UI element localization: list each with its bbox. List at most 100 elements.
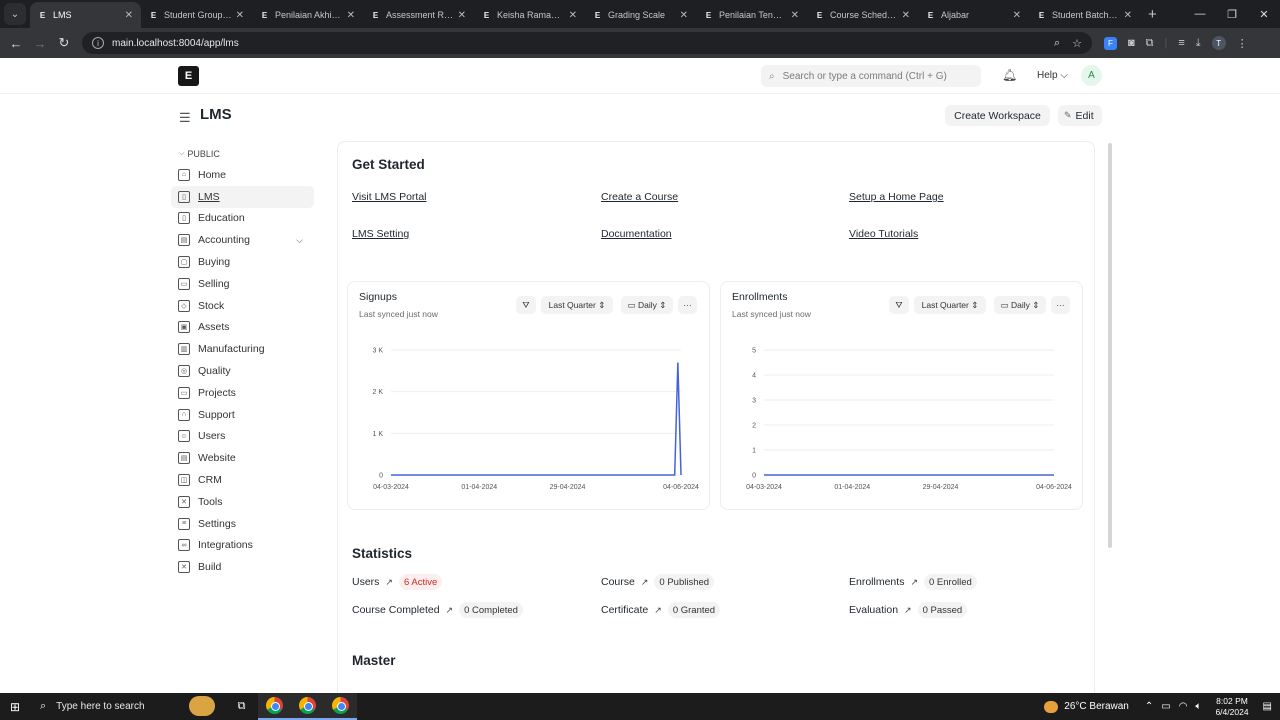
minimize-icon[interactable]: — bbox=[1184, 8, 1216, 20]
address-bar[interactable]: i main.localhost:8004/app/lms ⌕ ☆ bbox=[82, 32, 1092, 54]
command-search-input[interactable]: ⌕ Search or type a command (Ctrl + G) bbox=[761, 65, 981, 87]
browser-tab[interactable]: E Course Schedule ✕ bbox=[807, 2, 918, 28]
sidebar-item-education[interactable]: ▯ Education bbox=[171, 208, 314, 230]
site-info-icon[interactable]: i bbox=[92, 37, 104, 49]
sidebar-item-tools[interactable]: ✕ Tools bbox=[171, 491, 314, 513]
windows-start-icon[interactable]: ⊞ bbox=[0, 700, 30, 714]
browser-menu-icon[interactable]: ⋮ bbox=[1237, 37, 1248, 50]
time: 8:02 PM bbox=[1216, 695, 1248, 706]
browser-tab[interactable]: E Student Batch Na ✕ bbox=[1029, 2, 1140, 28]
chrome-taskbar-icon[interactable] bbox=[258, 693, 291, 720]
browser-tab[interactable]: E Aljabar ✕ bbox=[918, 2, 1029, 28]
extension-icon[interactable]: F bbox=[1104, 36, 1117, 50]
sidebar-item-settings[interactable]: ≡ Settings bbox=[171, 513, 314, 535]
stat-certificate[interactable]: Certificate ↗ 0 Granted bbox=[601, 602, 721, 618]
help-dropdown[interactable]: Help ⌵ bbox=[1037, 70, 1068, 81]
link-create-course[interactable]: Create a Course bbox=[601, 191, 678, 203]
edit-button[interactable]: ✎ Edit bbox=[1058, 105, 1102, 126]
notification-bell-icon[interactable]: 🔔︎ bbox=[1002, 68, 1017, 82]
bookmark-star-icon[interactable]: ☆ bbox=[1072, 37, 1082, 50]
browser-tab[interactable]: E Grading Scale ✕ bbox=[585, 2, 696, 28]
download-icon[interactable]: ⤓ bbox=[1196, 37, 1201, 50]
close-tab-icon[interactable]: ✕ bbox=[569, 10, 577, 21]
sidebar-item-buying[interactable]: ▢ Buying bbox=[171, 251, 314, 273]
close-tab-icon[interactable]: ✕ bbox=[902, 10, 910, 21]
reading-list-icon[interactable]: ≡ bbox=[1178, 37, 1184, 49]
close-tab-icon[interactable]: ✕ bbox=[236, 10, 244, 21]
sidebar-toggle-icon[interactable]: ☰ bbox=[179, 110, 191, 126]
chrome-taskbar-icon[interactable] bbox=[291, 693, 324, 720]
user-avatar[interactable]: A bbox=[1081, 65, 1102, 86]
link-documentation[interactable]: Documentation bbox=[601, 228, 672, 240]
link-lms-setting[interactable]: LMS Setting bbox=[352, 228, 409, 240]
sidebar-section-public[interactable]: ⌵ PUBLIC bbox=[171, 144, 314, 164]
close-tab-icon[interactable]: ✕ bbox=[458, 10, 466, 21]
app-logo[interactable]: E bbox=[178, 66, 199, 86]
puzzle-icon[interactable]: ⧉ bbox=[1146, 37, 1154, 50]
sidebar-item-label: Build bbox=[198, 561, 222, 574]
notifications-icon[interactable]: ▤ bbox=[1263, 701, 1272, 712]
tab-search-icon[interactable]: ⌄ bbox=[4, 3, 26, 25]
sidebar-item-lms[interactable]: ▯ LMS bbox=[171, 185, 314, 208]
scrollbar[interactable] bbox=[1108, 143, 1112, 548]
battery-icon[interactable]: ▭ bbox=[1161, 701, 1170, 712]
stat-users[interactable]: Users ↗ 6 Active bbox=[352, 574, 443, 590]
zoom-icon[interactable]: ⌕ bbox=[1054, 37, 1060, 50]
volume-icon[interactable]: 🔈︎ bbox=[1195, 701, 1201, 712]
chrome-taskbar-icon[interactable] bbox=[324, 693, 357, 720]
sidebar-item-home[interactable]: ⌂ Home bbox=[171, 164, 314, 186]
close-tab-icon[interactable]: ✕ bbox=[1013, 10, 1021, 21]
browser-tab[interactable]: E LMS ✕ bbox=[30, 2, 141, 28]
chevron-down-icon[interactable]: ⌵ bbox=[296, 235, 303, 246]
sidebar-item-crm[interactable]: ◫ CRM bbox=[171, 469, 314, 491]
close-tab-icon[interactable]: ✕ bbox=[1124, 10, 1132, 21]
sidebar-item-projects[interactable]: ▭ Projects bbox=[171, 382, 314, 404]
sidebar-item-selling[interactable]: ▭ Selling bbox=[171, 273, 314, 295]
chevron-up-icon[interactable]: ⌃ bbox=[1145, 701, 1153, 712]
forward-icon[interactable]: → bbox=[28, 36, 52, 51]
stat-course-completed[interactable]: Course Completed ↗ 0 Completed bbox=[352, 602, 523, 618]
stat-evaluation[interactable]: Evaluation ↗ 0 Passed bbox=[849, 602, 968, 618]
close-tab-icon[interactable]: ✕ bbox=[347, 10, 355, 21]
sidebar-item-website[interactable]: ▤ Website bbox=[171, 447, 314, 469]
browser-tab[interactable]: E Penilaian Tengah ✕ bbox=[696, 2, 807, 28]
wifi-icon[interactable]: ◠ bbox=[1179, 701, 1188, 712]
task-view-icon[interactable]: ⧉ bbox=[225, 693, 258, 720]
sidebar-item-accounting[interactable]: ▤ Accounting ⌵ bbox=[171, 229, 314, 251]
tab-favicon-icon: E bbox=[816, 10, 823, 20]
weather-icon bbox=[1044, 700, 1059, 713]
weather-widget[interactable]: 26°C Berawan bbox=[1044, 700, 1129, 713]
screenshot-extension-icon[interactable]: ◙ bbox=[1128, 37, 1135, 49]
close-tab-icon[interactable]: ✕ bbox=[125, 10, 133, 21]
stat-course[interactable]: Course ↗ 0 Published bbox=[601, 574, 715, 590]
link-video-tutorials[interactable]: Video Tutorials bbox=[849, 228, 918, 240]
close-window-icon[interactable]: ✕ bbox=[1248, 8, 1280, 21]
browser-tab[interactable]: E Penilaian Akhir Se ✕ bbox=[252, 2, 363, 28]
link-setup-home-page[interactable]: Setup a Home Page bbox=[849, 191, 944, 203]
sidebar-item-support[interactable]: ∩ Support bbox=[171, 404, 314, 426]
sidebar-item-quality[interactable]: ◎ Quality bbox=[171, 360, 314, 382]
sidebar-item-manufacturing[interactable]: ▥ Manufacturing bbox=[171, 338, 314, 360]
close-tab-icon[interactable]: ✕ bbox=[791, 10, 799, 21]
taskbar-search[interactable]: ⌕ Type here to search bbox=[30, 693, 225, 720]
browser-tab[interactable]: E Assessment Resul ✕ bbox=[363, 2, 474, 28]
reload-icon[interactable]: ↻ bbox=[52, 35, 76, 51]
close-tab-icon[interactable]: ✕ bbox=[680, 10, 688, 21]
browser-tab[interactable]: E Student Group Cr ✕ bbox=[141, 2, 252, 28]
stat-label: Evaluation bbox=[849, 604, 899, 616]
sidebar-item-assets[interactable]: ▣ Assets bbox=[171, 317, 314, 339]
restore-icon[interactable]: ❐ bbox=[1216, 8, 1248, 21]
create-workspace-button[interactable]: Create Workspace bbox=[945, 105, 1050, 126]
link-visit-lms-portal[interactable]: Visit LMS Portal bbox=[352, 191, 427, 203]
stat-label: Course Completed bbox=[352, 604, 440, 616]
profile-avatar[interactable]: T bbox=[1211, 36, 1226, 50]
sidebar-item-stock[interactable]: ◇ Stock bbox=[171, 295, 314, 317]
clock[interactable]: 8:02 PM 6/4/2024 bbox=[1215, 696, 1248, 718]
new-tab-icon[interactable]: + bbox=[1148, 6, 1157, 23]
stat-enrollments[interactable]: Enrollments ↗ 0 Enrolled bbox=[849, 574, 977, 590]
sidebar-item-users[interactable]: ☺ Users bbox=[171, 426, 314, 448]
sidebar-item-build[interactable]: ✕ Build bbox=[171, 556, 314, 578]
sidebar-item-integrations[interactable]: ∞ Integrations bbox=[171, 535, 314, 557]
back-icon[interactable]: ← bbox=[4, 36, 28, 51]
browser-tab[interactable]: E Keisha Ramadhan ✕ bbox=[474, 2, 585, 28]
